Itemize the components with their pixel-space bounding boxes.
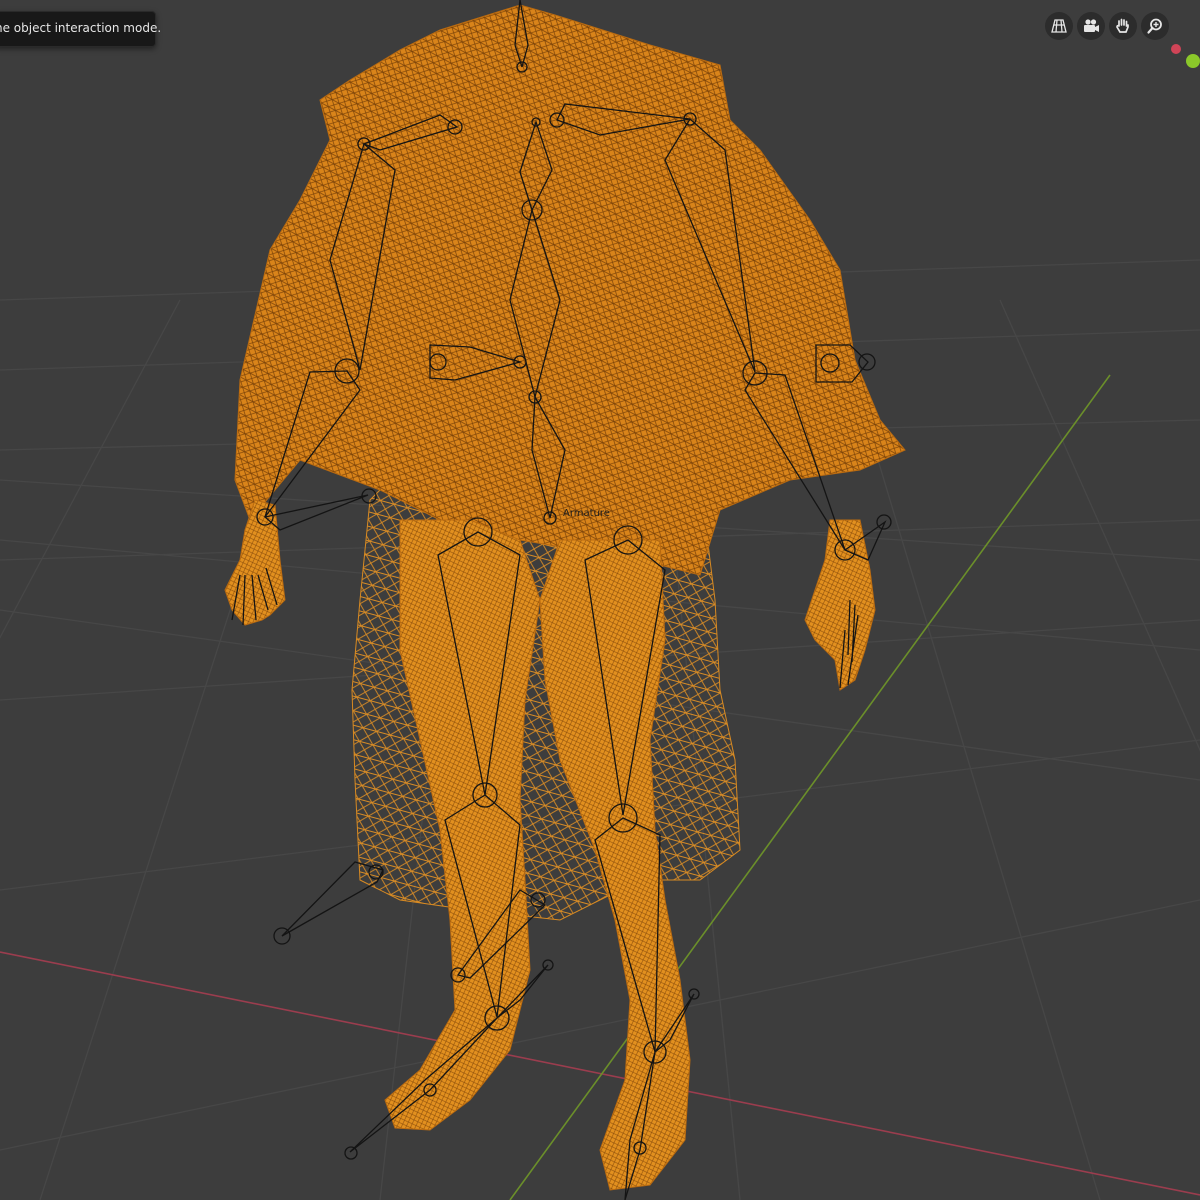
x-axis-line (0, 951, 1200, 1196)
magnifier-icon (1147, 18, 1162, 34)
y-axis-gizmo-dot[interactable] (1186, 54, 1200, 68)
right-hand-mesh (804, 519, 876, 691)
x-axis-gizmo-dot[interactable] (1171, 44, 1181, 54)
character-mesh[interactable] (224, 4, 906, 1191)
3d-viewport[interactable]: Armature (0, 0, 1200, 1200)
viewport-canvas[interactable] (0, 0, 1200, 1200)
tooltip: he object interaction mode. (0, 11, 161, 47)
grid-perspective-icon (1051, 19, 1067, 33)
cape-mesh (234, 4, 906, 576)
hand-icon (1116, 18, 1129, 33)
camera-icon (1084, 19, 1099, 32)
toggle-perspective-button[interactable] (1045, 12, 1073, 40)
camera-view-button[interactable] (1077, 12, 1105, 40)
tooltip-text: he object interaction mode. (0, 21, 162, 35)
pan-view-button[interactable] (1109, 12, 1137, 40)
zoom-view-button[interactable] (1141, 12, 1169, 40)
armature-label: Armature (563, 508, 610, 519)
